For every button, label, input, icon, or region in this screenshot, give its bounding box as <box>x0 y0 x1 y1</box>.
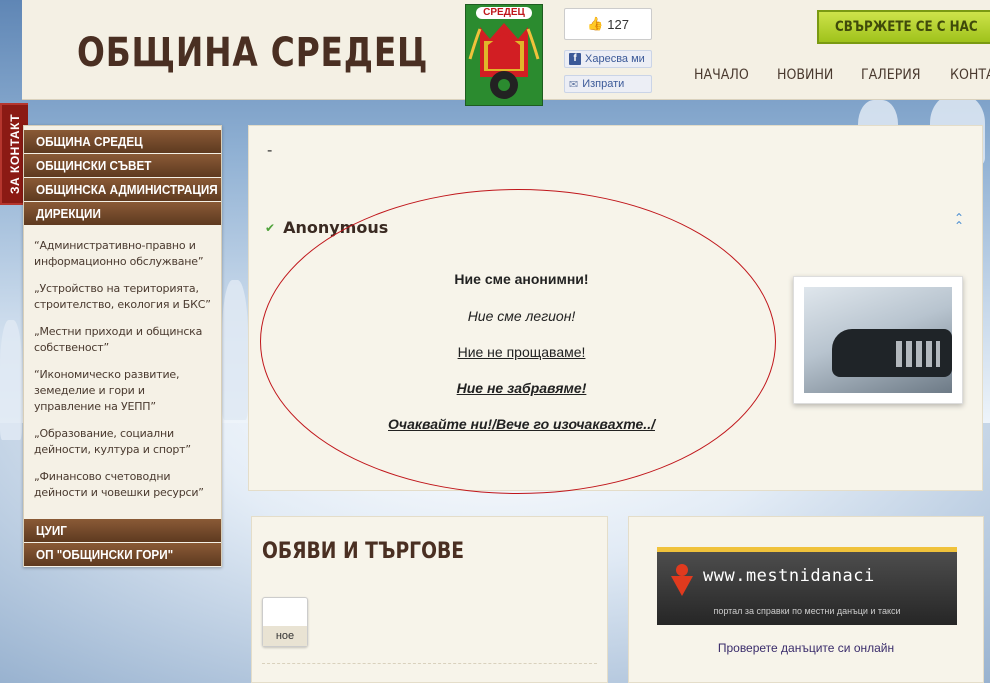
checkmark-icon: ✔ <box>265 220 276 235</box>
phone-keypad <box>896 341 940 367</box>
menu-item-label: ОБЩИНСКИ СЪВЕТ <box>36 158 152 173</box>
menu-item-directorates[interactable]: ДИРЕКЦИИ <box>24 202 221 226</box>
article-line: Ние сме легион! <box>467 308 576 324</box>
like-label: Харесва ми <box>585 53 645 65</box>
submenu-link[interactable]: „Местни приходи и общинска собственост” <box>34 324 213 356</box>
article-line: Ние сме анонимни! <box>454 271 589 287</box>
facebook-like-button[interactable]: f Харесва ми <box>564 50 652 68</box>
announcements-panel: ОБЯВИ И ТЪРГОВЕ ное <box>251 516 608 683</box>
person-marker-icon <box>671 564 693 596</box>
banner-subtext: портал за справки по местни данъци и так… <box>713 606 901 616</box>
left-sidebar-menu: ОБЩИНА СРЕДЕЦ ОБЩИНСКИ СЪВЕТ ОБЩИНСКА АД… <box>23 125 222 567</box>
menu-item-label: ДИРЕКЦИИ <box>36 206 101 221</box>
red-ellipse-outline <box>260 189 776 494</box>
nav-gallery[interactable]: ГАЛЕРИЯ <box>861 67 921 83</box>
main-article: - ✔ Anonymous ⌃ ⌃ Ние сме анонимни! Ние с… <box>248 125 983 494</box>
menu-item-label: ОБЩИНСКА АДМИНИСТРАЦИЯ <box>36 182 218 197</box>
submenu-link[interactable]: “Административно-правно и информационно … <box>34 238 213 270</box>
mestnidanaci-banner[interactable]: www.mestnidanaci портал за справки по ме… <box>657 547 957 625</box>
menu-item-cuig[interactable]: ЦУИГ <box>24 519 221 543</box>
snowy-tree <box>0 320 22 440</box>
municipality-logo[interactable]: СРЕДЕЦ <box>465 4 543 106</box>
thumbs-up-icon: 👍 <box>587 16 604 31</box>
site-header: ОБЩИНА СРЕДЕЦ СРЕДЕЦ 👍 127 f Харесва ми … <box>22 0 990 106</box>
facebook-icon: f <box>569 53 581 65</box>
main-navigation: НАЧАЛО НОВИНИ ГАЛЕРИЯ КОНТАКТИ <box>694 67 990 83</box>
facebook-send-button[interactable]: ✉ Изпрати <box>564 75 652 93</box>
submenu-link[interactable]: „Финансово счетоводни дейности и човешки… <box>34 469 213 501</box>
like-count: 127 <box>607 16 629 32</box>
announcement-thumbnail[interactable]: ное <box>262 597 308 647</box>
menu-item-label: ОБЩИНА СРЕДЕЦ <box>36 134 143 149</box>
nav-home[interactable]: НАЧАЛО <box>694 67 749 83</box>
thumbnail-label: ное <box>263 626 307 646</box>
banner-url: www.mestnidanaci <box>703 566 875 586</box>
contact-us-button[interactable]: СВЪРЖЕТЕ СЕ С НАС <box>817 10 990 44</box>
article-line: Очаквайте ни!/Вече го изочаквахте../ <box>388 416 655 432</box>
menu-item-administration[interactable]: ОБЩИНСКА АДМИНИСТРАЦИЯ <box>24 178 221 202</box>
check-taxes-link[interactable]: Проверете данъците си онлайн <box>629 641 983 655</box>
menu-item-municipality[interactable]: ОБЩИНА СРЕДЕЦ <box>24 130 221 154</box>
chat-icon: ✉ <box>569 78 579 91</box>
menu-item-council[interactable]: ОБЩИНСКИ СЪВЕТ <box>24 154 221 178</box>
submenu-link[interactable]: “Икономическо развитие, земеделие и гори… <box>34 367 213 415</box>
article-line: Ние не прощаваме! <box>457 344 586 360</box>
logo-label: СРЕДЕЦ <box>476 7 532 19</box>
site-title[interactable]: ОБЩИНА СРЕДЕЦ <box>77 30 428 76</box>
menu-item-label: ЦУИГ <box>36 523 67 538</box>
contact-us-label: СВЪРЖЕТЕ СЕ С НАС <box>835 19 978 35</box>
phone-photo <box>793 276 963 404</box>
article-line: Ние не забравяме! <box>456 380 587 396</box>
nav-contacts[interactable]: КОНТАКТИ <box>950 67 990 83</box>
menu-item-forests[interactable]: ОП "ОБЩИНСКИ ГОРИ" <box>24 543 221 567</box>
submenu-link[interactable]: „Устройство на територията, строителство… <box>34 281 213 313</box>
double-chevron-up-icon[interactable]: ⌃ ⌃ <box>954 212 964 232</box>
directorates-submenu: “Административно-правно и информационно … <box>24 226 221 501</box>
local-taxes-panel: www.mestnidanaci портал за справки по ме… <box>628 516 984 683</box>
telephone-image <box>804 287 952 393</box>
nav-news[interactable]: НОВИНИ <box>777 67 833 83</box>
article-dash: - <box>267 142 273 159</box>
divider <box>262 663 597 664</box>
send-label: Изпрати <box>582 78 625 90</box>
menu-item-label: ОП "ОБЩИНСКИ ГОРИ" <box>36 547 174 562</box>
submenu-link[interactable]: „Образование, социални дейности, култура… <box>34 426 213 458</box>
snowy-tree <box>222 280 248 420</box>
announcements-title: ОБЯВИ И ТЪРГОВЕ <box>262 539 464 564</box>
facebook-like-count: 👍 127 <box>564 8 652 40</box>
coat-of-arms-icon <box>468 23 540 99</box>
